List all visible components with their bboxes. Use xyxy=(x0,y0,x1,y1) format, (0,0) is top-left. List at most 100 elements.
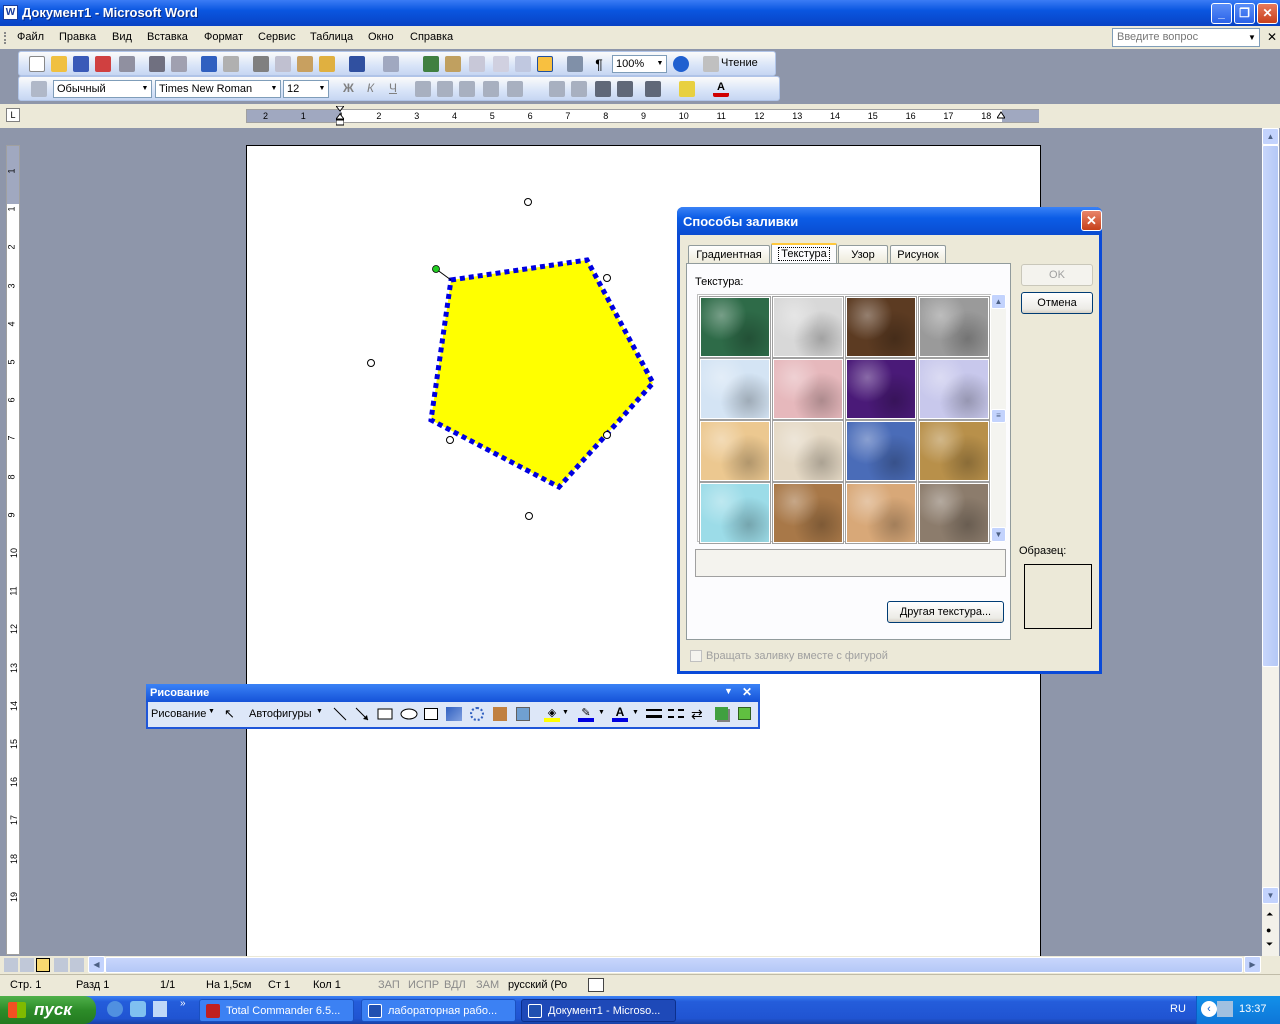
open-icon[interactable] xyxy=(51,56,67,72)
undo-icon[interactable] xyxy=(349,56,365,72)
font-color-icon[interactable]: A xyxy=(713,81,729,97)
texture-granite[interactable] xyxy=(918,296,990,358)
hyperlink-icon[interactable] xyxy=(423,56,439,72)
font-combo[interactable]: Times New Roman ▼ xyxy=(155,80,281,98)
texture-white-marble[interactable] xyxy=(772,296,844,358)
prev-page-icon[interactable]: ⏶ xyxy=(1266,909,1273,920)
reading-button[interactable]: Чтение xyxy=(721,57,758,69)
texture-pink-tissue[interactable] xyxy=(772,358,844,420)
next-page-icon[interactable]: ⏷ xyxy=(1266,939,1273,950)
menu-tools[interactable]: Сервис xyxy=(258,31,296,43)
font-color-dropdown-icon[interactable]: ▼ xyxy=(632,709,639,716)
texture-purple-mesh[interactable] xyxy=(845,358,917,420)
line-spacing-icon[interactable] xyxy=(507,81,523,97)
texture-scroll-thumb[interactable]: ≡ xyxy=(991,409,1006,423)
rectangle-icon[interactable] xyxy=(376,706,394,722)
restore-button[interactable]: ❐ xyxy=(1234,3,1255,24)
cut-icon[interactable] xyxy=(253,56,269,72)
resize-handle-top-right[interactable] xyxy=(603,274,611,282)
permission-icon[interactable] xyxy=(95,56,111,72)
borders-icon[interactable] xyxy=(645,81,661,97)
font-color-draw-icon[interactable]: A xyxy=(612,705,628,722)
reading-view-icon[interactable] xyxy=(70,958,84,972)
research-icon[interactable] xyxy=(223,56,239,72)
web-view-icon[interactable] xyxy=(20,958,34,972)
print-layout-icon[interactable] xyxy=(36,958,50,972)
rotate-checkbox[interactable] xyxy=(690,650,702,662)
zoom-combo[interactable]: 100% ▼ xyxy=(612,55,667,73)
texture-scroll-up-icon[interactable]: ▲ xyxy=(991,294,1006,309)
texture-paper-bag[interactable] xyxy=(772,482,844,544)
draw-menu-button[interactable]: Рисование xyxy=(151,708,206,720)
status-ext[interactable]: ВДЛ xyxy=(444,979,466,991)
status-ovr[interactable]: ЗАМ xyxy=(476,979,499,991)
texture-bouquet[interactable] xyxy=(918,358,990,420)
insert-picture-icon[interactable] xyxy=(516,707,530,721)
underline-button[interactable]: Ч xyxy=(389,81,397,95)
copy-icon[interactable] xyxy=(275,56,291,72)
right-indent-marker[interactable] xyxy=(996,111,1006,121)
highlight-icon[interactable] xyxy=(679,81,695,97)
autoshapes-button[interactable]: Автофигуры xyxy=(249,708,312,720)
texture-canvas[interactable] xyxy=(772,420,844,482)
horizontal-ruler[interactable]: 21123456789101112131415161718 xyxy=(246,109,1039,123)
task-document1[interactable]: Документ1 - Microso... xyxy=(521,999,676,1022)
print-preview-icon[interactable] xyxy=(171,56,187,72)
show-formatting-icon[interactable]: ¶ xyxy=(591,56,607,72)
texture-woven-mat[interactable] xyxy=(918,420,990,482)
quicklaunch-icon[interactable] xyxy=(153,1001,167,1017)
network-icon[interactable] xyxy=(1217,1001,1233,1017)
line-icon[interactable] xyxy=(332,706,348,722)
select-objects-icon[interactable]: ↖ xyxy=(224,706,235,722)
menu-window[interactable]: Окно xyxy=(368,31,394,43)
resize-handle-bottom[interactable] xyxy=(525,512,533,520)
oval-icon[interactable] xyxy=(400,706,418,722)
start-button[interactable]: пуск xyxy=(0,996,96,1024)
text-box-icon[interactable] xyxy=(424,708,438,720)
texture-brown-marble[interactable] xyxy=(845,296,917,358)
drawing-toggle-icon[interactable] xyxy=(537,56,553,72)
scroll-right-icon[interactable]: ▶ xyxy=(1244,956,1261,973)
zoom-dropdown-icon[interactable]: ▼ xyxy=(654,56,666,72)
texture-sand[interactable] xyxy=(918,482,990,544)
3d-style-icon[interactable] xyxy=(738,707,751,720)
menu-insert[interactable]: Вставка xyxy=(147,31,188,43)
menu-format[interactable]: Формат xyxy=(204,31,243,43)
pentagon-fill[interactable] xyxy=(428,257,657,491)
fill-color-icon[interactable]: ◈ xyxy=(544,706,560,722)
ie-icon[interactable] xyxy=(130,1001,146,1017)
ok-button[interactable]: OK xyxy=(1021,264,1093,286)
autoshapes-dropdown-icon[interactable]: ▼ xyxy=(316,708,323,715)
columns-icon[interactable] xyxy=(515,56,531,72)
styles-icon[interactable] xyxy=(31,81,47,97)
menu-view[interactable]: Вид xyxy=(112,31,132,43)
outline-view-icon[interactable] xyxy=(54,958,68,972)
texture-water-droplets[interactable] xyxy=(699,482,771,544)
pentagon-shape[interactable] xyxy=(360,190,680,530)
toolbar-options-icon[interactable]: ▼ xyxy=(724,686,733,696)
print-icon[interactable] xyxy=(149,56,165,72)
quicklaunch-more-icon[interactable]: » xyxy=(180,998,186,1009)
resize-handle-top[interactable] xyxy=(524,198,532,206)
tab-picture[interactable]: Рисунок xyxy=(890,245,946,264)
menu-edit[interactable]: Правка xyxy=(59,31,96,43)
vertical-ruler[interactable]: 1 1 2 3 4 5 6 7 8 9 10 11 12 13 14 15 16 17 18 19 xyxy=(6,145,20,955)
menu-table[interactable]: Таблица xyxy=(310,31,353,43)
toolbar-close-icon[interactable]: ✕ xyxy=(742,685,752,699)
help-search-input[interactable]: Введите вопрос ▼ xyxy=(1112,28,1260,47)
show-desktop-icon[interactable] xyxy=(107,1001,123,1017)
document-map-icon[interactable] xyxy=(567,56,583,72)
scroll-left-icon[interactable]: ◀ xyxy=(88,956,105,973)
insert-table-icon[interactable] xyxy=(469,56,485,72)
dialog-close-icon[interactable]: ✕ xyxy=(1081,210,1102,231)
tab-texture[interactable]: Текстура xyxy=(771,243,837,265)
drawing-toolbar-title[interactable]: Рисование ▼ ✕ xyxy=(146,684,760,702)
bold-button[interactable]: Ж xyxy=(343,81,354,95)
paste-icon[interactable] xyxy=(297,56,313,72)
scroll-thumb[interactable] xyxy=(1262,145,1279,667)
help-dropdown-icon[interactable]: ▼ xyxy=(1245,29,1259,46)
close-button[interactable]: ✕ xyxy=(1257,3,1278,24)
rotation-handle[interactable] xyxy=(432,265,440,273)
style-combo[interactable]: Обычный ▼ xyxy=(53,80,152,98)
tab-selector-icon[interactable]: L xyxy=(6,108,20,122)
